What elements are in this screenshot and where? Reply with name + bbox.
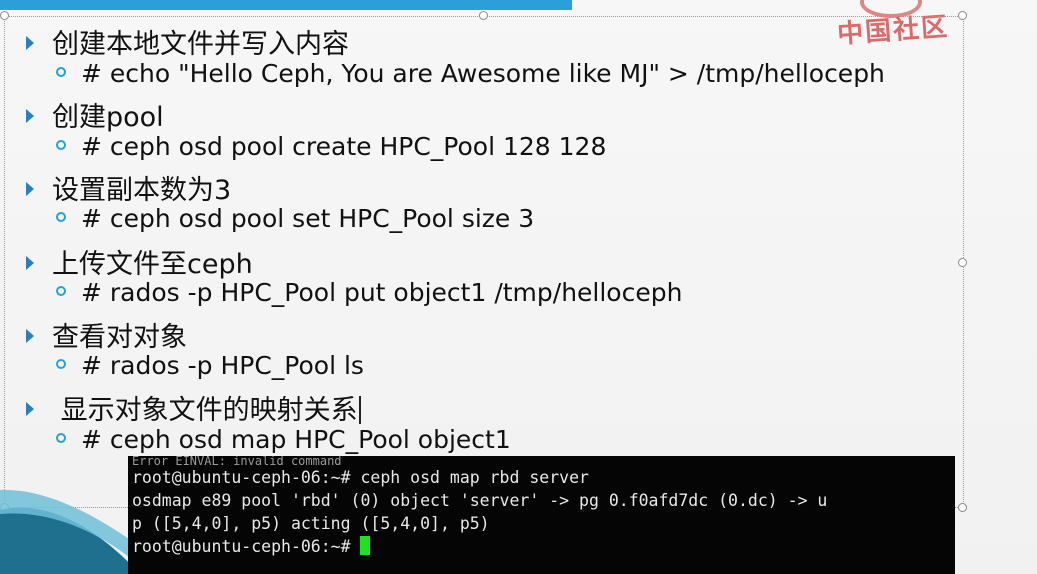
bullet-level2[interactable]: # ceph osd map HPC_Pool object1 (56, 425, 511, 454)
bullet-text: # ceph osd map HPC_Pool object1 (81, 425, 511, 454)
terminal-partial-line: Error EINVAL: invalid command (132, 456, 342, 466)
bullet-text: 上传文件至ceph (52, 249, 253, 280)
slide-top-accent-bar (0, 0, 572, 10)
terminal-line: root@ubuntu-ceph-06:~# ceph osd map rbd … (132, 468, 589, 487)
resize-handle-bottom-right[interactable] (958, 503, 967, 512)
bullet-level2[interactable]: # rados -p HPC_Pool put object1 /tmp/hel… (56, 278, 682, 307)
bullet-arrow-icon (26, 36, 34, 50)
presentation-slide: 中国社区 创建本地文件并写入内容 # echo "Hello Ceph, You… (0, 0, 1037, 574)
bullet-circle-icon (56, 433, 66, 443)
bullet-circle-icon (56, 212, 66, 222)
bullet-text: # echo "Hello Ceph, You are Awesome like… (81, 59, 885, 88)
bullet-text: 创建本地文件并写入内容 (52, 29, 349, 60)
resize-handle-top-right[interactable] (958, 11, 967, 20)
bullet-level1[interactable]: 查看对对象 (26, 315, 187, 354)
bullet-level1[interactable]: 设置副本数为3 (26, 168, 231, 207)
terminal-line: p ([5,4,0], p5) acting ([5,4,0], p5) (132, 514, 490, 533)
resize-handle-top-left[interactable] (0, 11, 9, 20)
bullet-circle-icon (56, 140, 66, 150)
bullet-arrow-icon (26, 109, 34, 123)
bullet-text: # rados -p HPC_Pool put object1 /tmp/hel… (81, 278, 683, 307)
bullet-text: # rados -p HPC_Pool ls (81, 351, 364, 380)
bullet-arrow-icon (26, 329, 34, 343)
bullet-arrow-icon (26, 182, 34, 196)
bullet-level2[interactable]: # rados -p HPC_Pool ls (56, 351, 364, 380)
bullet-level2[interactable]: # ceph osd pool set HPC_Pool size 3 (56, 204, 534, 233)
bullet-level1[interactable]: 创建本地文件并写入内容 (26, 22, 349, 61)
bullet-text: 显示对象文件的映射关系 (52, 395, 358, 426)
bullet-text: # ceph osd pool set HPC_Pool size 3 (81, 204, 535, 233)
terminal-line: osdmap e89 pool 'rbd' (0) object 'server… (132, 491, 828, 510)
resize-handle-top-middle[interactable] (479, 11, 488, 20)
bullet-arrow-icon (26, 256, 34, 270)
bullet-circle-icon (56, 286, 66, 296)
terminal-window[interactable]: Error EINVAL: invalid command root@ubunt… (128, 456, 955, 574)
bullet-level1[interactable]: 显示对象文件的映射关系 (26, 388, 361, 427)
bullet-arrow-icon (26, 402, 34, 416)
bullet-text: # ceph osd pool create HPC_Pool 128 128 (81, 132, 607, 161)
terminal-prompt-line[interactable]: root@ubuntu-ceph-06:~# (132, 535, 955, 558)
bullet-level2[interactable]: # ceph osd pool create HPC_Pool 128 128 (56, 132, 606, 161)
bullet-circle-icon (56, 359, 66, 369)
bullet-text: 设置副本数为3 (52, 175, 232, 206)
terminal-cursor (360, 536, 371, 555)
bullet-circle-icon (56, 67, 66, 77)
text-cursor (358, 396, 361, 424)
bullet-level1[interactable]: 创建pool (26, 95, 164, 134)
bullet-text: 查看对对象 (52, 322, 187, 353)
resize-handle-middle-right[interactable] (958, 258, 967, 267)
bullet-text: 创建pool (52, 102, 164, 133)
terminal-prompt: root@ubuntu-ceph-06:~# (132, 537, 361, 556)
bullet-level2[interactable]: # echo "Hello Ceph, You are Awesome like… (56, 59, 885, 88)
bullet-level1[interactable]: 上传文件至ceph (26, 242, 253, 281)
